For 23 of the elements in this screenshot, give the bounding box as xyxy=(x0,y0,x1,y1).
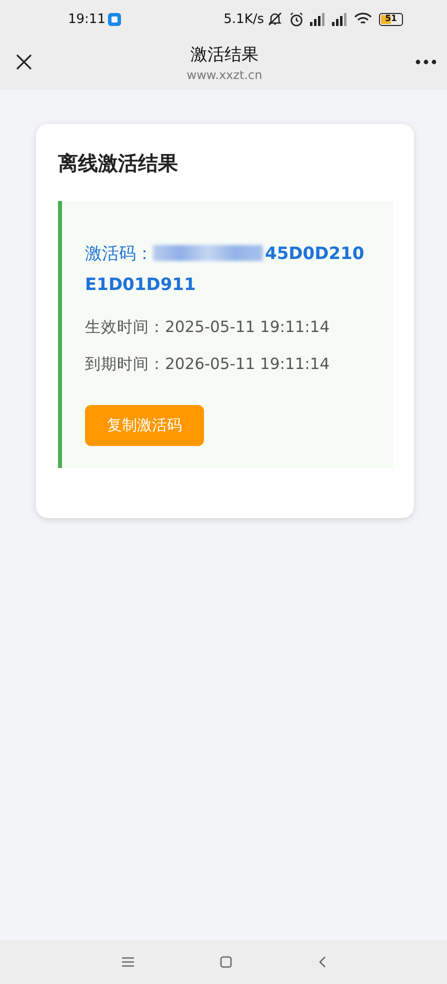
card-title: 离线激活结果 xyxy=(58,150,179,177)
time-line: 到期时间：2026-05-11 19:11:14 xyxy=(85,354,331,375)
bell-muted-icon xyxy=(267,11,283,27)
battery-icon: 51 xyxy=(379,12,403,26)
status-time: 19:11 xyxy=(68,12,106,26)
more-icon[interactable] xyxy=(415,59,437,65)
copy-code-button[interactable]: 复制激活码 xyxy=(85,405,204,446)
wifi-icon xyxy=(354,12,372,26)
close-icon[interactable] xyxy=(14,52,34,72)
net-speed: 5.1K/s xyxy=(224,12,264,26)
code-label: 激活码： xyxy=(85,244,153,264)
home-icon[interactable] xyxy=(220,956,232,968)
signal-icon xyxy=(309,12,326,26)
page-url: www.xxzt.cn xyxy=(186,68,262,82)
time-line: 生效时间：2025-05-11 19:11:14 xyxy=(85,317,331,338)
page-title: 激活结果 xyxy=(190,44,258,66)
alarm-icon xyxy=(289,12,304,26)
menu-icon[interactable] xyxy=(122,957,134,967)
app-icon xyxy=(108,12,122,26)
activation-code: E1D01D911 xyxy=(85,274,196,297)
signal-icon xyxy=(331,12,348,26)
activation-code: 45D0D210 xyxy=(265,244,364,264)
back-icon[interactable] xyxy=(318,956,326,968)
